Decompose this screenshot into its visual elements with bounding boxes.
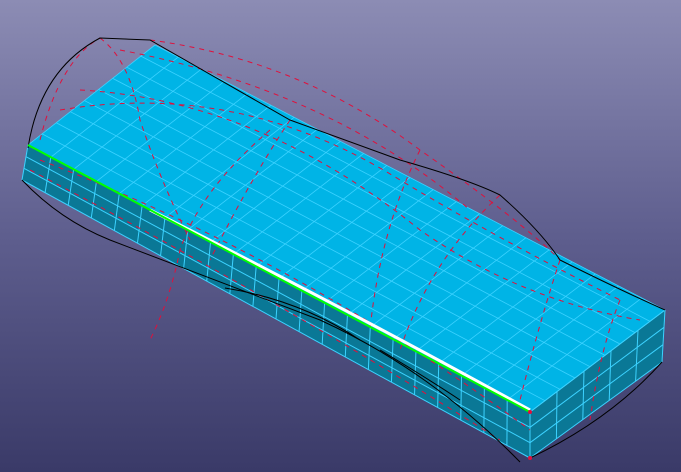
- vertex-marker: [528, 456, 532, 460]
- mesh-line: [555, 391, 558, 439]
- vertex-marker: [528, 410, 532, 414]
- mesh-line: [483, 387, 485, 433]
- mesh-solid: [22, 45, 665, 458]
- 3d-viewport[interactable]: [0, 0, 681, 472]
